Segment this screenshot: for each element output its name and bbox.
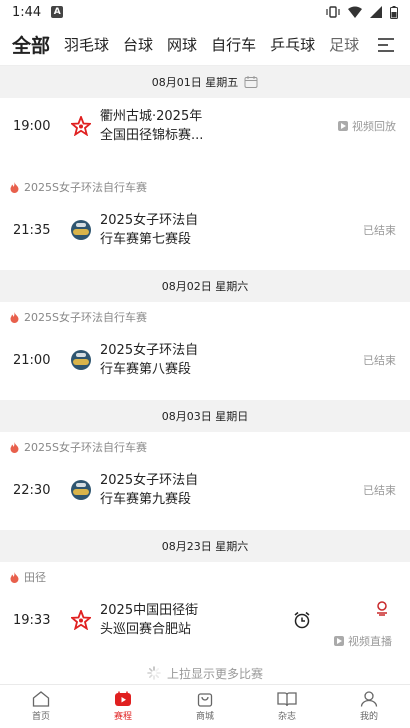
day-date: 08月02日 星期六: [161, 280, 249, 293]
profile-icon: [360, 691, 378, 707]
tab-tennis[interactable]: 网球: [167, 34, 197, 55]
day-header: 08月01日 星期五: [0, 66, 410, 98]
nav-label: 商城: [195, 712, 214, 722]
day-header: 08月03日 星期日: [0, 400, 410, 432]
match-time: 19:33: [13, 612, 51, 628]
match-time: 19:00: [13, 118, 51, 134]
tab-all[interactable]: 全部: [12, 31, 50, 58]
notification-icon: A: [51, 6, 64, 18]
match-time: 21:35: [13, 222, 51, 238]
magazine-icon: [277, 692, 297, 707]
menu-icon: [378, 38, 394, 52]
match-time: 21:00: [13, 352, 51, 368]
signal-icon: [370, 6, 382, 18]
calendar-icon[interactable]: [244, 75, 258, 89]
schedule-icon: [115, 691, 131, 706]
day-date: 08月23日 星期六: [161, 540, 249, 553]
wifi-icon: [348, 6, 362, 18]
match-group: 2025S女子环法自行车赛 22:30 2025女子环法自 行车赛第九赛段 已结…: [0, 432, 410, 530]
flame-icon: [10, 311, 19, 323]
nav-home[interactable]: 首页: [0, 685, 82, 728]
match-status: 已结束: [363, 224, 396, 237]
match-title: 2025女子环法自 行车赛第八赛段: [100, 343, 199, 377]
tab-billiards[interactable]: 台球: [123, 34, 153, 55]
cycling-logo-icon: [70, 219, 92, 241]
cycling-logo-icon: [70, 479, 92, 501]
alarm-clock-icon[interactable]: [293, 611, 311, 629]
flame-icon: [10, 571, 19, 583]
nav-label: 赛程: [113, 712, 132, 722]
nav-magazine[interactable]: 杂志: [246, 685, 328, 728]
sport-tabs: 全部 羽毛球 台球 网球 自行车 乒乓球 足球: [0, 24, 410, 66]
cycling-logo-icon: [70, 349, 92, 371]
tab-table-tennis[interactable]: 乒乓球: [270, 34, 315, 55]
match-time: 22:30: [13, 482, 51, 498]
category-label: 2025S女子环法自行车赛: [24, 311, 147, 324]
organizer-logo-icon: [377, 601, 387, 616]
day-header: 08月02日 星期六: [0, 270, 410, 302]
nav-label: 我的: [359, 712, 378, 722]
day-date: 08月01日 星期五: [151, 76, 239, 89]
tab-football[interactable]: 足球: [329, 34, 359, 55]
match-row[interactable]: 19:00 衢州古城·2025年 全国田径锦标赛... 视频回放: [10, 98, 400, 154]
bottom-nav: 首页 赛程 商城 杂志 我的: [0, 684, 410, 728]
match-group: 田径 19:33 2025中国田径街 头巡回赛合肥站 视频直播: [0, 562, 410, 648]
nav-profile[interactable]: 我的: [328, 685, 410, 728]
play-icon: [334, 636, 344, 646]
load-more-label: 上拉显示更多比赛: [166, 666, 263, 681]
nav-schedule[interactable]: 赛程: [82, 685, 164, 728]
day-header: 08月23日 星期六: [0, 530, 410, 562]
match-status[interactable]: 视频回放: [338, 118, 396, 134]
menu-button[interactable]: [362, 24, 410, 65]
nav-label: 首页: [31, 712, 50, 722]
match-status-label: 视频直播: [348, 635, 392, 648]
vibrate-icon: [326, 6, 340, 18]
competition-category: 田径: [10, 562, 400, 592]
match-row[interactable]: 21:00 2025女子环法自 行车赛第八赛段 已结束: [10, 332, 400, 388]
match-status-label: 视频回放: [352, 120, 396, 133]
competition-category: 2025S女子环法自行车赛: [10, 172, 400, 202]
tab-badminton[interactable]: 羽毛球: [64, 34, 109, 55]
match-title: 2025女子环法自 行车赛第九赛段: [100, 473, 199, 507]
battery-icon: [390, 5, 398, 19]
status-bar: 1:44 A: [0, 0, 410, 24]
match-row[interactable]: 21:35 2025女子环法自 行车赛第七赛段 已结束: [10, 202, 400, 258]
category-label: 2025S女子环法自行车赛: [24, 441, 147, 454]
home-icon: [32, 691, 50, 707]
athletics-logo-icon: [70, 115, 92, 137]
nav-label: 杂志: [277, 712, 296, 722]
category-label: 2025S女子环法自行车赛: [24, 181, 147, 194]
competition-category: 2025S女子环法自行车赛: [10, 432, 400, 462]
category-label: 田径: [24, 571, 46, 584]
flame-icon: [10, 441, 19, 453]
nav-shop[interactable]: 商城: [164, 685, 246, 728]
athletics-logo-icon: [70, 609, 92, 631]
day-date: 08月03日 星期日: [161, 410, 249, 423]
match-group: 2025S女子环法自行车赛 21:00 2025女子环法自 行车赛第八赛段 已结…: [0, 302, 410, 400]
match-title: 衢州古城·2025年 全国田径锦标赛...: [100, 109, 204, 143]
match-group: 19:00 衢州古城·2025年 全国田径锦标赛... 视频回放 2025S女子…: [0, 98, 410, 270]
flame-icon: [10, 181, 19, 193]
play-icon: [338, 121, 348, 131]
match-status: 已结束: [363, 484, 396, 497]
match-title: 2025女子环法自 行车赛第七赛段: [100, 213, 199, 247]
match-row[interactable]: 22:30 2025女子环法自 行车赛第九赛段 已结束: [10, 462, 400, 518]
tab-cycling[interactable]: 自行车: [211, 34, 256, 55]
shop-icon: [197, 693, 213, 707]
match-status[interactable]: 视频直播: [6, 634, 396, 648]
match-status: 已结束: [363, 354, 396, 367]
status-time: 1:44: [12, 4, 42, 20]
loading-spinner-icon: [147, 666, 161, 680]
competition-category: 2025S女子环法自行车赛: [10, 302, 400, 332]
